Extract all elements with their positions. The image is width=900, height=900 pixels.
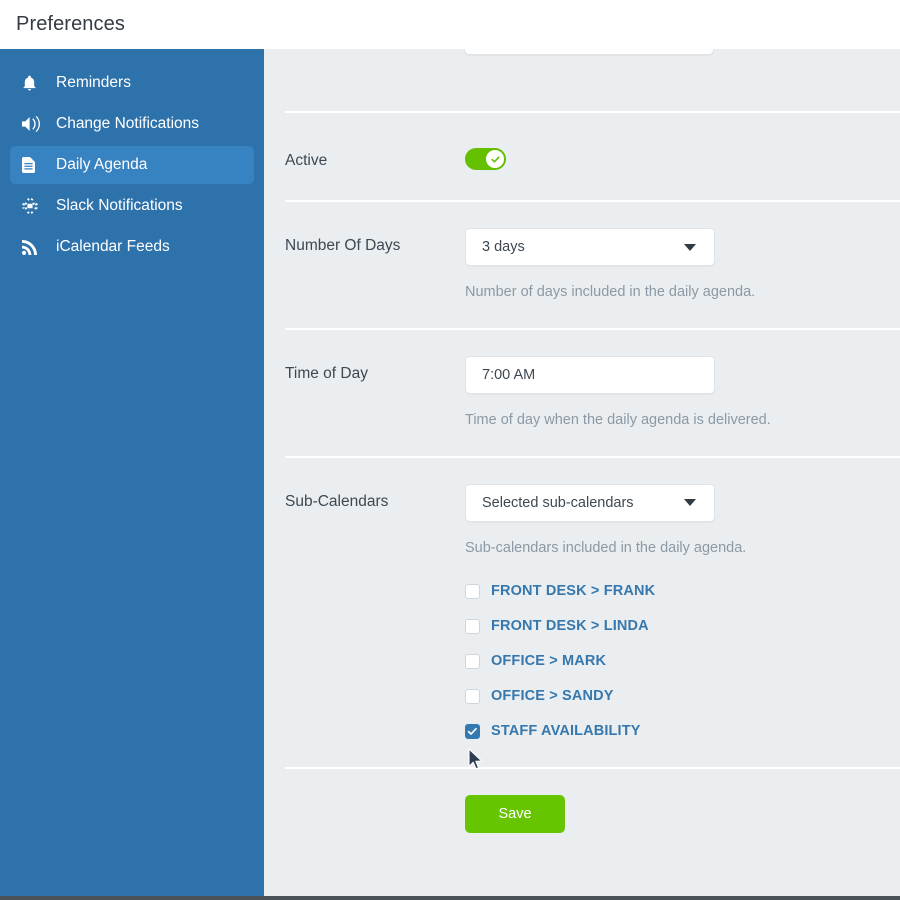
list-item[interactable]: STAFF AVAILABILITY (465, 714, 900, 749)
list-item[interactable]: FRONT DESK > FRANK (465, 574, 900, 609)
sidebar-item-label: Reminders (56, 74, 131, 91)
time-of-day-input[interactable]: 7:00 AM (465, 355, 715, 394)
sidebar-item-reminders[interactable]: Reminders (10, 64, 254, 102)
top-bar: Preferences (0, 0, 900, 49)
chevron-down-icon (684, 499, 696, 507)
preferences-app: Preferences Reminders Change Notificatio… (0, 0, 900, 900)
number-of-days-value: 3 days (482, 239, 525, 255)
number-of-days-label: Number Of Days (285, 237, 401, 254)
time-of-day-value: 7:00 AM (482, 366, 536, 383)
check-icon (488, 152, 502, 166)
form-actions: Save (264, 769, 900, 859)
list-item-label: OFFICE > SANDY (491, 688, 614, 705)
active-label: Active (285, 152, 328, 169)
number-of-days-helper: Number of days included in the daily age… (465, 284, 756, 300)
clipped-input-above[interactable] (464, 49, 714, 55)
field-row-time-of-day: Time of Day 7:00 AM Time of day when the… (264, 330, 900, 456)
sidebar-item-label: Change Notifications (56, 115, 200, 132)
sub-calendars-select[interactable]: Selected sub-calendars (465, 483, 715, 522)
list-item-label: FRONT DESK > LINDA (491, 618, 649, 635)
checkbox[interactable] (465, 723, 480, 739)
bell-icon (22, 75, 48, 91)
sidebar-nav: Reminders Change Notifications Daily Age… (0, 49, 264, 896)
time-of-day-helper: Time of day when the daily agenda is del… (465, 411, 771, 428)
sidebar-item-slack-notifications[interactable]: Slack Notifications (10, 187, 254, 225)
list-item-label: STAFF AVAILABILITY (491, 723, 641, 740)
sidebar-item-label: Daily Agenda (56, 156, 148, 173)
sidebar-item-change-notifications[interactable]: Change Notifications (10, 105, 254, 143)
slack-icon (22, 198, 48, 214)
sidebar-item-icalendar-feeds[interactable]: iCalendar Feeds (10, 228, 254, 266)
checkbox[interactable] (465, 653, 480, 669)
field-row-active: Active (264, 113, 900, 200)
rss-icon (22, 239, 48, 255)
sidebar-item-daily-agenda[interactable]: Daily Agenda (10, 146, 254, 184)
list-item[interactable]: OFFICE > MARK (465, 644, 900, 679)
save-button[interactable]: Save (465, 794, 565, 833)
checkbox[interactable] (465, 618, 480, 634)
page-title: Preferences (16, 13, 125, 35)
check-icon (467, 727, 477, 735)
list-item[interactable]: FRONT DESK > LINDA (465, 609, 900, 644)
document-icon (22, 157, 48, 173)
active-toggle[interactable] (465, 148, 506, 170)
window-bottom-edge (0, 896, 900, 900)
settings-panel: Active Number Of Days 3 days Number of d… (264, 49, 900, 896)
sub-calendar-options: FRONT DESK > FRANK FRONT DESK > LINDA OF… (465, 574, 900, 749)
sub-calendars-value: Selected sub-calendars (482, 494, 634, 511)
list-item-label: OFFICE > MARK (491, 653, 607, 670)
sidebar-item-label: iCalendar Feeds (56, 238, 170, 255)
field-row-sub-calendars: Sub-Calendars Selected sub-calendars Sub… (264, 458, 900, 767)
field-row-number-of-days: Number Of Days 3 days Number of days inc… (264, 202, 900, 328)
sub-calendars-helper: Sub-calendars included in the daily agen… (465, 539, 747, 556)
sub-calendars-label: Sub-Calendars (285, 492, 389, 510)
sidebar-item-label: Slack Notifications (56, 197, 183, 214)
time-of-day-label: Time of Day (285, 364, 368, 382)
checkbox[interactable] (465, 583, 480, 599)
list-item[interactable]: OFFICE > SANDY (465, 679, 900, 714)
speaker-icon (22, 116, 48, 132)
number-of-days-select[interactable]: 3 days (465, 228, 715, 266)
chevron-down-icon (684, 243, 696, 251)
list-item-label: FRONT DESK > FRANK (491, 583, 656, 600)
toggle-knob (486, 150, 504, 168)
checkbox[interactable] (465, 688, 480, 704)
